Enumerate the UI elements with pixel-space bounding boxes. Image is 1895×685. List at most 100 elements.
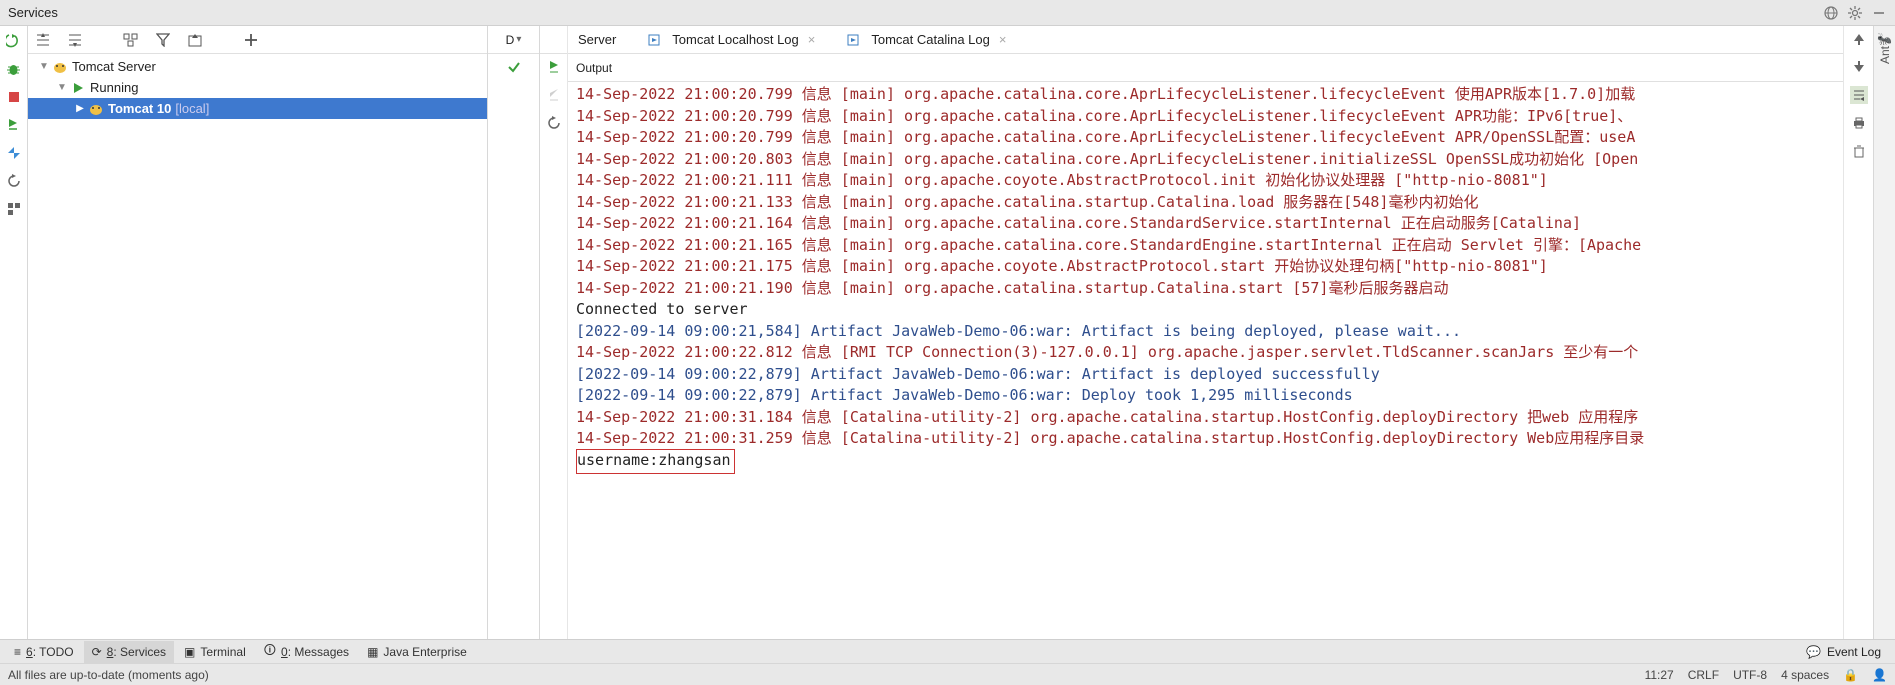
tool-window-header: Services — [0, 0, 1895, 26]
down-icon[interactable] — [1850, 58, 1868, 76]
close-icon[interactable]: × — [808, 32, 816, 47]
btab-terminal[interactable]: ▣ Terminal — [176, 641, 254, 663]
ant-icon[interactable]: 🐜 — [1877, 32, 1892, 46]
layout-icon[interactable] — [5, 200, 23, 218]
status-encoding[interactable]: UTF-8 — [1733, 668, 1767, 682]
close-icon[interactable]: × — [999, 32, 1007, 47]
console-line: 14-Sep-2022 21:00:21.175 信息 [main] org.a… — [576, 256, 1843, 278]
services-icon: ⟳ — [92, 645, 102, 659]
terminal-icon: ▣ — [184, 645, 195, 659]
output-header: Output — [568, 54, 1843, 82]
deploy-icon[interactable] — [5, 144, 23, 162]
console-line: Connected to server — [576, 299, 1843, 321]
console-line: username:zhangsan — [576, 450, 1843, 475]
todo-icon: ≡ — [14, 645, 21, 659]
add-icon[interactable] — [242, 31, 260, 49]
gear-icon[interactable] — [1847, 5, 1863, 21]
btab-todo[interactable]: ≡ 6: TODO — [6, 641, 82, 663]
event-log-icon: 💬 — [1806, 645, 1821, 659]
print-icon[interactable] — [1850, 114, 1868, 132]
log-icon — [845, 32, 861, 48]
tab-server[interactable]: Server — [578, 32, 616, 47]
check-icon[interactable] — [505, 58, 523, 76]
restart-icon[interactable] — [5, 172, 23, 190]
expand-all-icon[interactable] — [34, 31, 52, 49]
filter-icon[interactable] — [154, 31, 172, 49]
tree-label: Tomcat Server — [72, 59, 156, 74]
tree-label: Tomcat 10 — [108, 101, 171, 116]
tabs-bar: Server Tomcat Localhost Log × Tomcat Cat… — [568, 26, 1843, 54]
rerun-icon[interactable] — [5, 32, 23, 50]
output-header-label: Output — [576, 61, 612, 75]
services-tree[interactable]: ▼ Tomcat Server ▼ Running ▶ Tomcat 10 [l… — [28, 54, 487, 639]
tree-node-running[interactable]: ▼ Running — [28, 77, 487, 98]
log-icon — [646, 32, 662, 48]
left-action-gutter — [0, 26, 28, 639]
btab-label: Messages — [294, 645, 349, 659]
tree-label: Running — [90, 80, 138, 95]
tab-label: Server — [578, 32, 616, 47]
trash-icon[interactable] — [1850, 142, 1868, 160]
console-line: [2022-09-14 09:00:22,879] Artifact JavaW… — [576, 385, 1843, 407]
wrap-icon[interactable] — [1850, 86, 1868, 104]
deploy-marker[interactable]: D — [506, 33, 515, 47]
console-line: 14-Sep-2022 21:00:21.111 信息 [main] org.a… — [576, 170, 1843, 192]
globe-icon[interactable] — [1823, 5, 1839, 21]
mid-gutter: D ▾ — [488, 26, 540, 639]
run-indicator-icon: ▶ — [74, 103, 86, 114]
btab-label: Java Enterprise — [383, 645, 466, 659]
btab-event-log[interactable]: Event Log — [1827, 645, 1881, 659]
hide-icon[interactable] — [1871, 5, 1887, 21]
tab-catalina-log[interactable]: Tomcat Catalina Log × — [845, 32, 1006, 48]
group-by-icon[interactable] — [122, 31, 140, 49]
tab-localhost-log[interactable]: Tomcat Localhost Log × — [646, 32, 815, 48]
console-line: 14-Sep-2022 21:00:22.812 信息 [RMI TCP Con… — [576, 342, 1843, 364]
soft-wrap-icon[interactable] — [545, 58, 563, 76]
tree-label-suffix: [local] — [175, 101, 209, 116]
chevron-down-icon[interactable]: ▾ — [516, 34, 521, 45]
console-line: 14-Sep-2022 21:00:31.184 信息 [Catalina-ut… — [576, 407, 1843, 429]
bug-icon[interactable] — [5, 60, 23, 78]
output-gutter — [540, 26, 568, 639]
btab-services[interactable]: ⟳ 8: Services — [84, 641, 174, 663]
console-line: 14-Sep-2022 21:00:20.799 信息 [main] org.a… — [576, 127, 1843, 149]
btab-label: Services — [120, 645, 166, 659]
tree-node-tomcat-10[interactable]: ▶ Tomcat 10 [local] — [28, 98, 487, 119]
collapse-icon[interactable]: ▼ — [38, 61, 50, 72]
tomcat-icon — [88, 101, 104, 117]
status-message: All files are up-to-date (moments ago) — [8, 668, 209, 682]
status-indent[interactable]: 4 spaces — [1781, 668, 1829, 682]
refresh-icon[interactable] — [545, 114, 563, 132]
console-line: 14-Sep-2022 21:00:21.190 信息 [main] org.a… — [576, 278, 1843, 300]
scroll-to-end-icon[interactable] — [545, 86, 563, 104]
console-line: [2022-09-14 09:00:21,584] Artifact JavaW… — [576, 321, 1843, 343]
right-side-strip: 🐜 Ant — [1873, 26, 1895, 639]
hector-icon[interactable]: 👤 — [1872, 668, 1887, 682]
console-line: [2022-09-14 09:00:22,879] Artifact JavaW… — [576, 364, 1843, 386]
btab-java-enterprise[interactable]: ▦ Java Enterprise — [359, 641, 475, 663]
status-bar: All files are up-to-date (moments ago) 1… — [0, 663, 1895, 685]
console-line: 14-Sep-2022 21:00:20.803 信息 [main] org.a… — [576, 149, 1843, 171]
main-area: ▼ Tomcat Server ▼ Running ▶ Tomcat 10 [l… — [0, 26, 1895, 639]
javaee-icon: ▦ — [367, 645, 378, 659]
right-pane: Server Tomcat Localhost Log × Tomcat Cat… — [568, 26, 1873, 639]
import-icon[interactable] — [186, 31, 204, 49]
stop-icon[interactable] — [5, 88, 23, 106]
services-tree-panel: ▼ Tomcat Server ▼ Running ▶ Tomcat 10 [l… — [28, 26, 488, 639]
collapse-all-icon[interactable] — [66, 31, 84, 49]
up-icon[interactable] — [1850, 30, 1868, 48]
collapse-icon[interactable]: ▼ — [56, 82, 68, 93]
update-icon[interactable] — [5, 116, 23, 134]
console-line: 14-Sep-2022 21:00:21.133 信息 [main] org.a… — [576, 192, 1843, 214]
bottom-tool-tabs: ≡ 6: TODO ⟳ 8: Services ▣ Terminal 🛈 0: … — [0, 639, 1895, 663]
console-output[interactable]: 14-Sep-2022 21:00:20.799 信息 [main] org.a… — [568, 82, 1843, 639]
console-line: 14-Sep-2022 21:00:21.165 信息 [main] org.a… — [576, 235, 1843, 257]
status-line-sep[interactable]: CRLF — [1688, 668, 1719, 682]
side-tab-ant[interactable]: Ant — [1878, 46, 1892, 64]
tree-node-tomcat-server[interactable]: ▼ Tomcat Server — [28, 56, 487, 77]
status-time: 11:27 — [1645, 668, 1674, 682]
btab-messages[interactable]: 🛈 0: Messages — [256, 641, 357, 663]
btab-label: Terminal — [200, 645, 245, 659]
lock-icon[interactable]: 🔒 — [1843, 668, 1858, 682]
messages-icon: 🛈 — [264, 641, 276, 662]
